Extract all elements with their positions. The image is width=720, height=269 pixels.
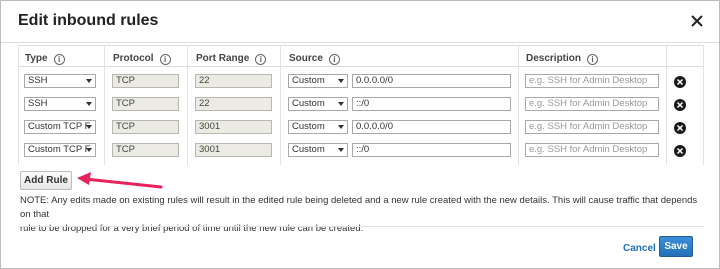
port-range-field: 3001 <box>195 143 272 157</box>
chevron-down-icon <box>338 125 344 129</box>
chevron-down-icon <box>338 148 344 152</box>
port-range-field: 22 <box>195 74 272 88</box>
note-line: NOTE: Any edits made on existing rules w… <box>20 195 698 220</box>
table-row: Custom TCP F TCP 3001 Custom 0.0.0.0/0 e… <box>18 119 704 142</box>
description-input[interactable]: e.g. SSH for Admin Desktop <box>525 143 659 157</box>
note-line: rule to be dropped for a very brief peri… <box>20 223 364 234</box>
type-select[interactable]: SSH <box>24 74 96 88</box>
add-rule-button[interactable]: Add Rule <box>20 171 72 190</box>
source-mode-select[interactable]: Custom <box>288 97 348 111</box>
header-protocol: Protocol i <box>113 53 171 65</box>
source-cidr-input[interactable]: 0.0.0.0/0 <box>352 120 511 134</box>
header-port-range: Port Range i <box>196 53 267 65</box>
type-select[interactable]: Custom TCP F <box>24 143 96 157</box>
footer-divider <box>18 226 704 227</box>
note-text: NOTE: Any edits made on existing rules w… <box>20 194 710 236</box>
remove-circle-icon[interactable] <box>674 99 686 111</box>
chevron-down-icon <box>86 79 92 83</box>
rules-table-header: Type i Protocol i Port Range i Source i Desc… <box>18 45 704 67</box>
header-source: Source i <box>289 53 340 65</box>
source-cidr-input[interactable]: 0.0.0.0/0 <box>352 74 511 88</box>
port-range-field: 22 <box>195 97 272 111</box>
chevron-down-icon <box>86 148 92 152</box>
description-input[interactable]: e.g. SSH for Admin Desktop <box>525 74 659 88</box>
chevron-down-icon <box>86 125 92 129</box>
source-mode-select[interactable]: Custom <box>288 143 348 157</box>
rules-table: Type i Protocol i Port Range i Source i Desc… <box>18 45 704 165</box>
source-cidr-input[interactable]: ::/0 <box>352 97 511 111</box>
annotation-arrow <box>77 172 163 189</box>
dialog-header: Edit inbound rules <box>1 1 719 43</box>
chevron-down-icon <box>86 102 92 106</box>
description-input[interactable]: e.g. SSH for Admin Desktop <box>525 97 659 111</box>
port-range-field: 3001 <box>195 120 272 134</box>
close-icon[interactable] <box>687 11 707 31</box>
protocol-field: TCP <box>112 97 179 111</box>
source-mode-select[interactable]: Custom <box>288 74 348 88</box>
cancel-link[interactable]: Cancel <box>623 243 656 254</box>
remove-circle-icon[interactable] <box>674 145 686 157</box>
dialog-title: Edit inbound rules <box>18 12 159 29</box>
info-icon[interactable]: i <box>587 54 599 65</box>
type-select[interactable]: Custom TCP F <box>24 120 96 134</box>
header-type: Type i <box>25 53 65 65</box>
chevron-down-icon <box>338 79 344 83</box>
protocol-field: TCP <box>112 143 179 157</box>
save-button[interactable]: Save <box>659 236 693 257</box>
description-input[interactable]: e.g. SSH for Admin Desktop <box>525 120 659 134</box>
table-row: SSH TCP 22 Custom ::/0 e.g. SSH for Admi… <box>18 96 704 119</box>
chevron-down-icon <box>338 102 344 106</box>
protocol-field: TCP <box>112 120 179 134</box>
table-row: SSH TCP 22 Custom 0.0.0.0/0 e.g. SSH for… <box>18 73 704 96</box>
table-row: Custom TCP F TCP 3001 Custom ::/0 e.g. S… <box>18 142 704 165</box>
type-select[interactable]: SSH <box>24 97 96 111</box>
remove-circle-icon[interactable] <box>674 122 686 134</box>
header-description: Description i <box>526 53 599 65</box>
info-icon[interactable]: i <box>328 54 340 65</box>
source-mode-select[interactable]: Custom <box>288 120 348 134</box>
info-icon[interactable]: i <box>255 54 267 65</box>
source-cidr-input[interactable]: ::/0 <box>352 143 511 157</box>
info-icon[interactable]: i <box>53 54 65 65</box>
edit-inbound-rules-dialog: Edit inbound rules Type i Protocol i Port … <box>0 0 720 269</box>
protocol-field: TCP <box>112 74 179 88</box>
remove-circle-icon[interactable] <box>674 76 686 88</box>
info-icon[interactable]: i <box>159 54 171 65</box>
